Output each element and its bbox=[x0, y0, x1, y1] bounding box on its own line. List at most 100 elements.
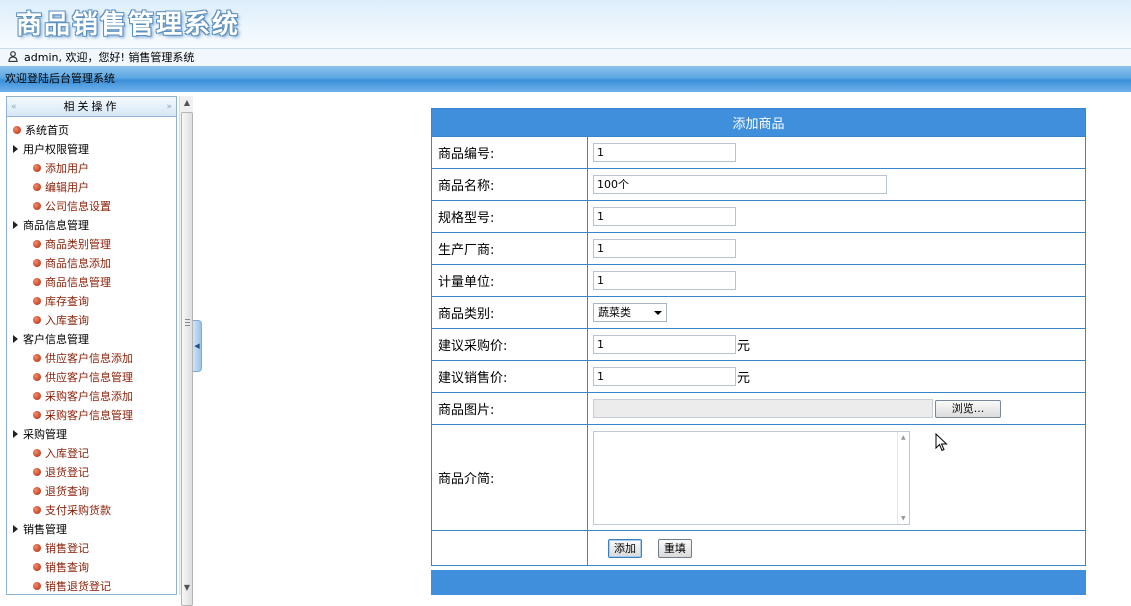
sidebar-item-18[interactable]: 退货登记 bbox=[7, 463, 176, 482]
add-product-form: 添加商品 商品编号: 1 商品名称: 100个 规格型号: 1 生产厂商: 1 … bbox=[431, 108, 1086, 595]
form-row-image: 商品图片: 浏览... bbox=[431, 392, 1086, 425]
sidebar-item-24[interactable]: 销售退货登记 bbox=[7, 577, 176, 596]
sell-price-unit: 元 bbox=[737, 371, 751, 386]
bullet-icon bbox=[33, 202, 41, 210]
form-row-buttons: 添加 重填 bbox=[431, 530, 1086, 566]
code-label: 商品编号: bbox=[431, 136, 588, 169]
image-label: 商品图片: bbox=[431, 392, 588, 425]
unit-label: 计量单位: bbox=[431, 264, 588, 297]
form-row-unit: 计量单位: 1 bbox=[431, 264, 1086, 297]
scroll-up-icon[interactable]: ▲ bbox=[180, 96, 194, 110]
sidebar-menu: 系统首页 用户权限管理 添加用户 编辑用户 公司信息设置 商品信息管理 商品类别管理 商品信息… bbox=[7, 117, 176, 596]
sidebar-item-1[interactable]: 用户权限管理 bbox=[7, 140, 176, 159]
textarea-scrollbar[interactable]: ▲ ▼ bbox=[897, 431, 909, 524]
form-row-sell-price: 建议销售价: 1元 bbox=[431, 360, 1086, 393]
sidebar-item-4[interactable]: 公司信息设置 bbox=[7, 197, 176, 216]
sidebar-item-13[interactable]: 供应客户信息管理 bbox=[7, 368, 176, 387]
spec-label: 规格型号: bbox=[431, 200, 588, 233]
sidebar-item-5[interactable]: 商品信息管理 bbox=[7, 216, 176, 235]
intro-label: 商品介简: bbox=[431, 424, 588, 531]
form-row-code: 商品编号: 1 bbox=[431, 136, 1086, 169]
sidebar-item-label: 采购管理 bbox=[23, 428, 67, 441]
add-button[interactable]: 添加 bbox=[608, 538, 642, 558]
expand-arrow-icon bbox=[13, 145, 18, 153]
scroll-down-icon[interactable]: ▼ bbox=[901, 515, 906, 522]
sidebar-item-label: 商品信息管理 bbox=[45, 276, 111, 289]
double-left-icon: « bbox=[11, 102, 17, 112]
sidebar-item-label: 客户信息管理 bbox=[23, 333, 89, 346]
sidebar-item-label: 供应客户信息添加 bbox=[45, 352, 133, 365]
sidebar-item-10[interactable]: 入库查询 bbox=[7, 311, 176, 330]
welcome-bar: 欢迎登陆后台管理系统 bbox=[0, 66, 1131, 92]
sidebar-item-19[interactable]: 退货查询 bbox=[7, 482, 176, 501]
sidebar-item-0[interactable]: 系统首页 bbox=[7, 121, 176, 140]
unit-input[interactable]: 1 bbox=[593, 271, 736, 290]
bullet-icon bbox=[33, 316, 41, 324]
chevron-down-icon bbox=[654, 311, 662, 315]
sidebar-item-label: 支付采购货款 bbox=[45, 504, 111, 517]
bullet-icon bbox=[33, 487, 41, 495]
sidebar-item-23[interactable]: 销售查询 bbox=[7, 558, 176, 577]
buy-price-input[interactable]: 1 bbox=[593, 335, 736, 354]
image-file-input[interactable] bbox=[593, 399, 933, 418]
sidebar-item-20[interactable]: 支付采购货款 bbox=[7, 501, 176, 520]
sidebar-item-label: 入库查询 bbox=[45, 314, 89, 327]
buttons-label-cell bbox=[431, 530, 588, 566]
bullet-icon bbox=[33, 468, 41, 476]
bullet-icon bbox=[33, 411, 41, 419]
grip-icon bbox=[185, 319, 190, 326]
bullet-icon bbox=[33, 240, 41, 248]
sidebar-item-label: 退货查询 bbox=[45, 485, 89, 498]
sidebar-item-9[interactable]: 库存查询 bbox=[7, 292, 176, 311]
scroll-down-icon[interactable]: ▼ bbox=[180, 581, 194, 595]
sidebar-item-21[interactable]: 销售管理 bbox=[7, 520, 176, 539]
reset-button[interactable]: 重填 bbox=[657, 538, 692, 558]
intro-textarea[interactable]: ▲ ▼ bbox=[593, 430, 910, 525]
sidebar-title: 相关操作 bbox=[63, 100, 120, 113]
buy-price-label: 建议采购价: bbox=[431, 328, 588, 361]
bullet-icon bbox=[13, 126, 21, 134]
sidebar-item-6[interactable]: 商品类别管理 bbox=[7, 235, 176, 254]
form-footer-bar bbox=[431, 570, 1086, 595]
sell-price-input[interactable]: 1 bbox=[593, 367, 736, 386]
collapse-sidebar-button[interactable]: ◀ bbox=[193, 320, 202, 372]
bullet-icon bbox=[33, 392, 41, 400]
scroll-thumb[interactable] bbox=[181, 112, 193, 606]
sidebar-item-label: 系统首页 bbox=[25, 124, 69, 137]
sidebar-item-12[interactable]: 供应客户信息添加 bbox=[7, 349, 176, 368]
form-row-intro: 商品介简: ▲ ▼ bbox=[431, 424, 1086, 531]
sidebar-item-7[interactable]: 商品信息添加 bbox=[7, 254, 176, 273]
sidebar-item-3[interactable]: 编辑用户 bbox=[7, 178, 176, 197]
sidebar-item-label: 添加用户 bbox=[45, 162, 89, 175]
maker-input[interactable]: 1 bbox=[593, 239, 736, 258]
sidebar-item-label: 供应客户信息管理 bbox=[45, 371, 133, 384]
sidebar-item-15[interactable]: 采购客户信息管理 bbox=[7, 406, 176, 425]
sidebar-item-label: 销售登记 bbox=[45, 542, 89, 555]
bullet-icon bbox=[33, 544, 41, 552]
bullet-icon bbox=[33, 164, 41, 172]
sidebar-item-22[interactable]: 销售登记 bbox=[7, 539, 176, 558]
sidebar-item-label: 商品类别管理 bbox=[45, 238, 111, 251]
sidebar-item-16[interactable]: 采购管理 bbox=[7, 425, 176, 444]
category-select[interactable]: 蔬菜类 bbox=[593, 303, 667, 322]
sidebar-item-label: 编辑用户 bbox=[45, 181, 89, 194]
sidebar-item-label: 商品信息添加 bbox=[45, 257, 111, 270]
sidebar-item-2[interactable]: 添加用户 bbox=[7, 159, 176, 178]
bullet-icon bbox=[33, 259, 41, 267]
bullet-icon bbox=[33, 278, 41, 286]
user-greeting: admin, 欢迎，您好! 销售管理系统 bbox=[24, 51, 195, 64]
sidebar-item-label: 销售退货登记 bbox=[45, 580, 111, 593]
sidebar-item-14[interactable]: 采购客户信息添加 bbox=[7, 387, 176, 406]
spec-input[interactable]: 1 bbox=[593, 207, 736, 226]
expand-arrow-icon bbox=[13, 525, 18, 533]
browse-button[interactable]: 浏览... bbox=[935, 399, 1001, 418]
scroll-up-icon[interactable]: ▲ bbox=[901, 434, 906, 441]
sidebar-item-17[interactable]: 入库登记 bbox=[7, 444, 176, 463]
code-input[interactable]: 1 bbox=[593, 143, 736, 162]
sidebar-scrollbar[interactable]: ▲ ▼ bbox=[179, 96, 194, 606]
bullet-icon bbox=[33, 582, 41, 590]
sidebar-item-11[interactable]: 客户信息管理 bbox=[7, 330, 176, 349]
sidebar-item-8[interactable]: 商品信息管理 bbox=[7, 273, 176, 292]
form-row-buy-price: 建议采购价: 1元 bbox=[431, 328, 1086, 361]
name-input[interactable]: 100个 bbox=[593, 175, 887, 194]
